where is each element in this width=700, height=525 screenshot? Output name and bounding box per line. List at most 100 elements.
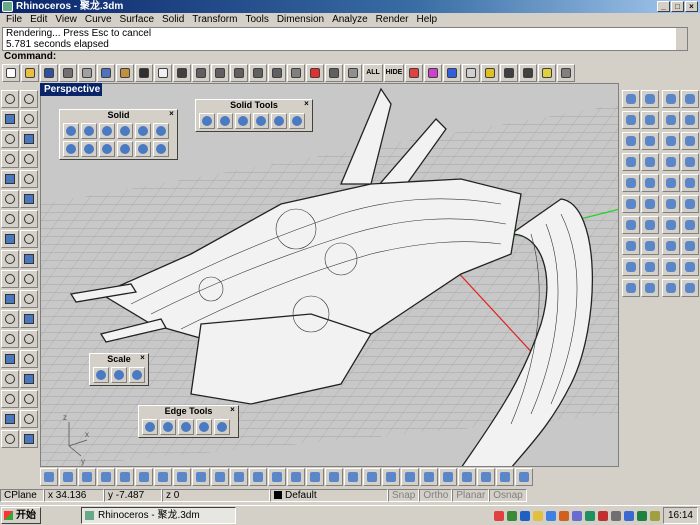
edge-tools-panel-close-button[interactable]: × <box>228 406 237 415</box>
array-polar-tool-button[interactable] <box>20 390 38 408</box>
line-tool-button[interactable] <box>1 110 19 128</box>
solid-from-surface-button[interactable] <box>97 468 115 486</box>
solid-panel-close-button[interactable]: × <box>167 110 176 119</box>
car-button[interactable] <box>306 64 324 82</box>
split-edge-icon[interactable] <box>160 419 176 435</box>
paste-button[interactable] <box>116 64 134 82</box>
fillet-tool-button[interactable] <box>20 350 38 368</box>
x-ray-button[interactable] <box>681 153 699 171</box>
render-sphere-button[interactable] <box>443 64 461 82</box>
menu-surface[interactable]: Surface <box>116 13 158 26</box>
menu-transform[interactable]: Transform <box>188 13 241 26</box>
solid-tools-panel-close-button[interactable]: × <box>302 100 311 109</box>
boolean-tool-button[interactable] <box>1 350 19 368</box>
copy-button[interactable] <box>97 64 115 82</box>
rotate-view-button[interactable] <box>681 195 699 213</box>
light-button[interactable] <box>481 64 499 82</box>
point-tool-button[interactable] <box>1 210 19 228</box>
zoom-selected-button[interactable] <box>249 64 267 82</box>
tray-icon-2[interactable] <box>506 510 517 521</box>
text-curve-tool-button[interactable] <box>1 190 19 208</box>
circle-tool-button[interactable] <box>1 130 19 148</box>
slab-icon[interactable] <box>153 141 169 157</box>
osnap-button[interactable] <box>622 90 640 108</box>
command-history-scrollbar[interactable] <box>676 28 687 50</box>
split-tool-button[interactable] <box>20 230 38 248</box>
contour-button[interactable] <box>382 468 400 486</box>
deform-button[interactable] <box>622 279 640 297</box>
boolean-intersection-icon[interactable] <box>235 113 251 129</box>
hatch-tool-button[interactable] <box>20 410 38 428</box>
shell-button[interactable] <box>641 132 659 150</box>
sphere-tool-button[interactable] <box>20 270 38 288</box>
analyze-surface-button[interactable] <box>211 468 229 486</box>
color-wheel-button[interactable] <box>424 64 442 82</box>
undo-button[interactable] <box>135 64 153 82</box>
material-sphere-button[interactable] <box>462 64 480 82</box>
scale-2d-icon[interactable] <box>129 367 145 383</box>
scale-1d-icon[interactable] <box>111 367 127 383</box>
right-view-button[interactable] <box>662 111 680 129</box>
show-button[interactable] <box>344 64 362 82</box>
named-view-button[interactable] <box>662 258 680 276</box>
box-icon[interactable] <box>63 123 79 139</box>
paraboloid-icon[interactable] <box>117 123 133 139</box>
edge-tools-panel-title[interactable]: Edge Tools × <box>139 406 238 417</box>
light-tools-button[interactable] <box>420 468 438 486</box>
untrim-button[interactable] <box>622 237 640 255</box>
blend-button[interactable] <box>622 132 640 150</box>
array-tool-button[interactable] <box>20 330 38 348</box>
menu-tools[interactable]: Tools <box>241 13 272 26</box>
solid-panel-title[interactable]: Solid × <box>60 110 177 121</box>
tube-icon[interactable] <box>81 141 97 157</box>
tray-icon-8[interactable] <box>584 510 595 521</box>
rail-revolve-button[interactable] <box>641 195 659 213</box>
curve-on-surface-button[interactable] <box>344 468 362 486</box>
match-button[interactable] <box>622 153 640 171</box>
sweep-button[interactable] <box>641 174 659 192</box>
tools-button[interactable] <box>557 64 575 82</box>
extend-tool-button[interactable] <box>20 210 38 228</box>
split-surface-button[interactable] <box>641 216 659 234</box>
layer-tool-button[interactable] <box>1 410 19 428</box>
menu-solid[interactable]: Solid <box>158 13 188 26</box>
extrude-surface-button[interactable] <box>249 468 267 486</box>
solid-tools-panel-title[interactable]: Solid Tools × <box>196 100 312 111</box>
viewport-tab-perspective[interactable]: Perspective <box>40 83 102 96</box>
rotate-tool-button[interactable] <box>1 310 19 328</box>
select-points-tool-button[interactable] <box>20 90 38 108</box>
menu-help[interactable]: Help <box>412 13 441 26</box>
scale-panel-close-button[interactable]: × <box>138 354 147 363</box>
rectangle-tool-button[interactable] <box>20 150 38 168</box>
save-button[interactable] <box>40 64 58 82</box>
scale-panel-title[interactable]: Scale × <box>90 354 148 365</box>
hide-button[interactable]: HIDE <box>384 64 404 82</box>
offset-button[interactable] <box>622 216 640 234</box>
surface-corner-tool-button[interactable] <box>1 250 19 268</box>
extrude-icon[interactable] <box>135 141 151 157</box>
loft-tool-button[interactable] <box>20 250 38 268</box>
zoom-window-button[interactable] <box>211 64 229 82</box>
shade-button[interactable] <box>662 132 680 150</box>
join-edges-icon[interactable] <box>196 419 212 435</box>
boolean-difference-icon[interactable] <box>217 113 233 129</box>
help-button[interactable] <box>538 64 556 82</box>
rebuild-button[interactable] <box>641 111 659 129</box>
wire-button[interactable] <box>662 174 680 192</box>
print-button[interactable] <box>59 64 77 82</box>
rebuild-edges-icon[interactable] <box>214 419 230 435</box>
new-button[interactable] <box>2 64 20 82</box>
osnap-toggle[interactable]: Osnap <box>489 489 527 502</box>
explode-button[interactable] <box>477 468 495 486</box>
tray-icon-13[interactable] <box>649 510 660 521</box>
minimize-button[interactable]: _ <box>657 1 670 12</box>
dimension-button[interactable] <box>500 64 518 82</box>
target-button[interactable] <box>681 279 699 297</box>
revolve-button[interactable] <box>622 195 640 213</box>
zoom-out-button[interactable] <box>681 216 699 234</box>
point-cloud-button[interactable] <box>40 468 58 486</box>
interp-curve-tool-button[interactable] <box>20 190 38 208</box>
network-button[interactable] <box>622 174 640 192</box>
rotate-view-button[interactable] <box>173 64 191 82</box>
fillet-surface-button[interactable] <box>287 468 305 486</box>
